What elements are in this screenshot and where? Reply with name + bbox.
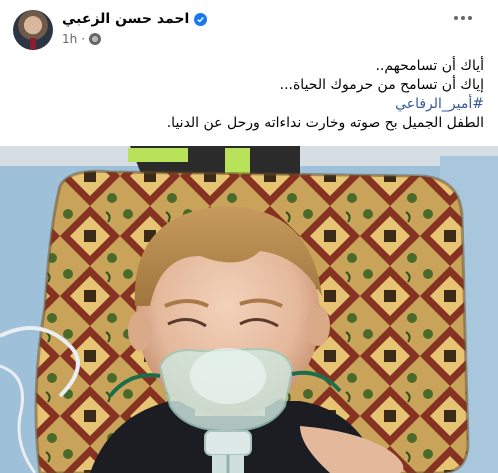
author-name-row: احمد حسن الزعبي (62, 11, 208, 27)
hashtag-link[interactable]: #أمير_الرفاعي (14, 95, 484, 114)
author-avatar[interactable] (13, 10, 53, 50)
post-header: احمد حسن الزعبي 1h · (0, 10, 498, 50)
post-time[interactable]: 1h (62, 32, 77, 46)
post-text-line: أياك أن تسامحهم.. (375, 58, 484, 74)
more-options-icon[interactable] (454, 16, 472, 20)
post-photo[interactable] (0, 146, 498, 473)
verified-badge-icon (194, 12, 208, 26)
post-text-line: إياك أن تسامح من حرموك الحياة... (279, 77, 484, 93)
post-meta: 1h · (62, 32, 102, 46)
post-text: أياك أن تسامحهم.. إياك أن تسامح من حرموك… (14, 57, 484, 133)
post-card: احمد حسن الزعبي 1h · أياك أن تسامحهم.. إ… (0, 0, 498, 473)
post-text-line: الطفل الجميل بح صوته وخارت نداءاته ورحل … (166, 115, 484, 131)
photo-illustration (0, 146, 498, 473)
globe-icon[interactable] (89, 33, 102, 45)
author-name[interactable]: احمد حسن الزعبي (62, 11, 189, 27)
